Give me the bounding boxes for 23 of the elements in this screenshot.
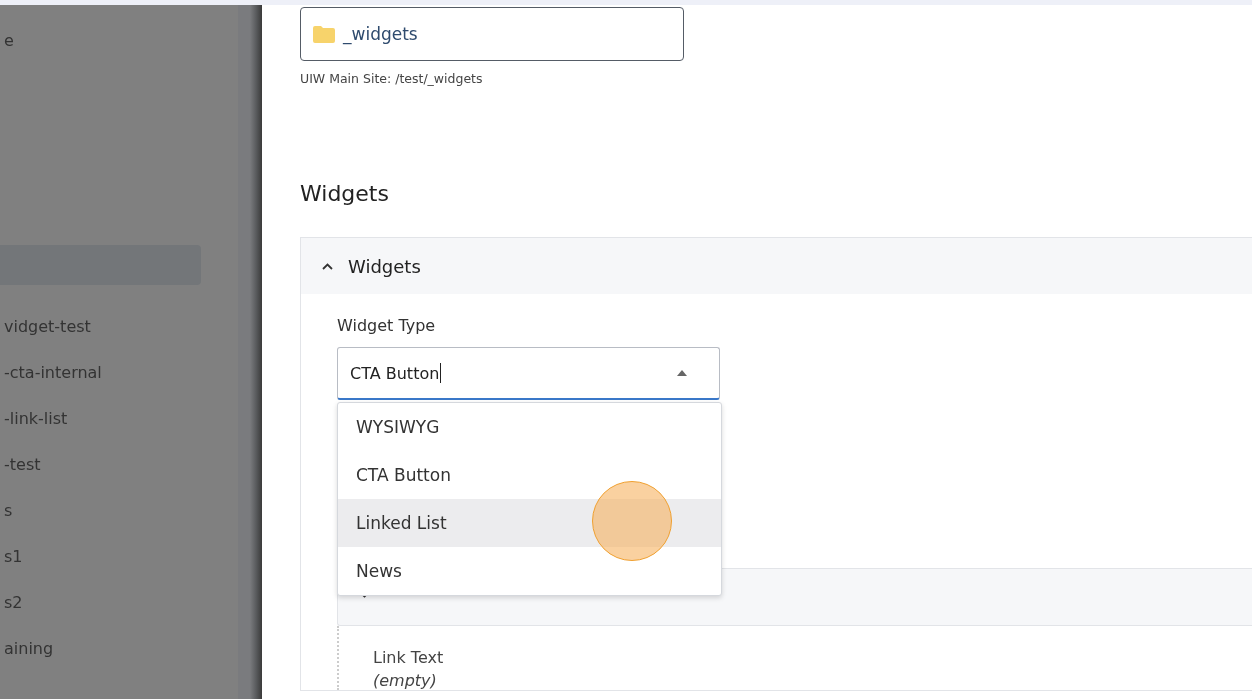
- section-heading: Widgets: [300, 180, 390, 208]
- sidebar-item[interactable]: -link-list: [4, 408, 68, 428]
- sidebar-item[interactable]: e: [4, 30, 14, 50]
- dropdown-option[interactable]: CTA Button: [338, 451, 721, 499]
- sidebar-item[interactable]: vidget-test: [4, 316, 91, 336]
- field-value: (empty): [373, 671, 438, 690]
- dropdown-option[interactable]: Linked List: [338, 499, 721, 547]
- panel-title: Widgets: [348, 255, 421, 277]
- field-label: Widget Type: [337, 316, 437, 335]
- field-label: Link Text: [373, 648, 445, 667]
- sidebar-item[interactable]: s: [4, 500, 13, 520]
- sidebar-item[interactable]: s2: [4, 592, 23, 612]
- widget-type-select[interactable]: CTA Button: [337, 347, 720, 400]
- dropdown-option[interactable]: WYSIWYG: [338, 403, 721, 451]
- caret-icon: [677, 370, 687, 376]
- folder-icon: [313, 25, 335, 43]
- panel-header[interactable]: Widgets: [301, 238, 1252, 294]
- folder-field[interactable]: _widgets: [300, 7, 684, 61]
- folder-path: UIW Main Site: /test/_widgets: [300, 71, 484, 86]
- sidebar-item[interactable]: -test: [4, 454, 41, 474]
- sidebar-item[interactable]: aining: [4, 638, 54, 658]
- sidebar-item[interactable]: s1: [4, 546, 23, 566]
- sidebar-item[interactable]: -cta-internal: [4, 362, 102, 382]
